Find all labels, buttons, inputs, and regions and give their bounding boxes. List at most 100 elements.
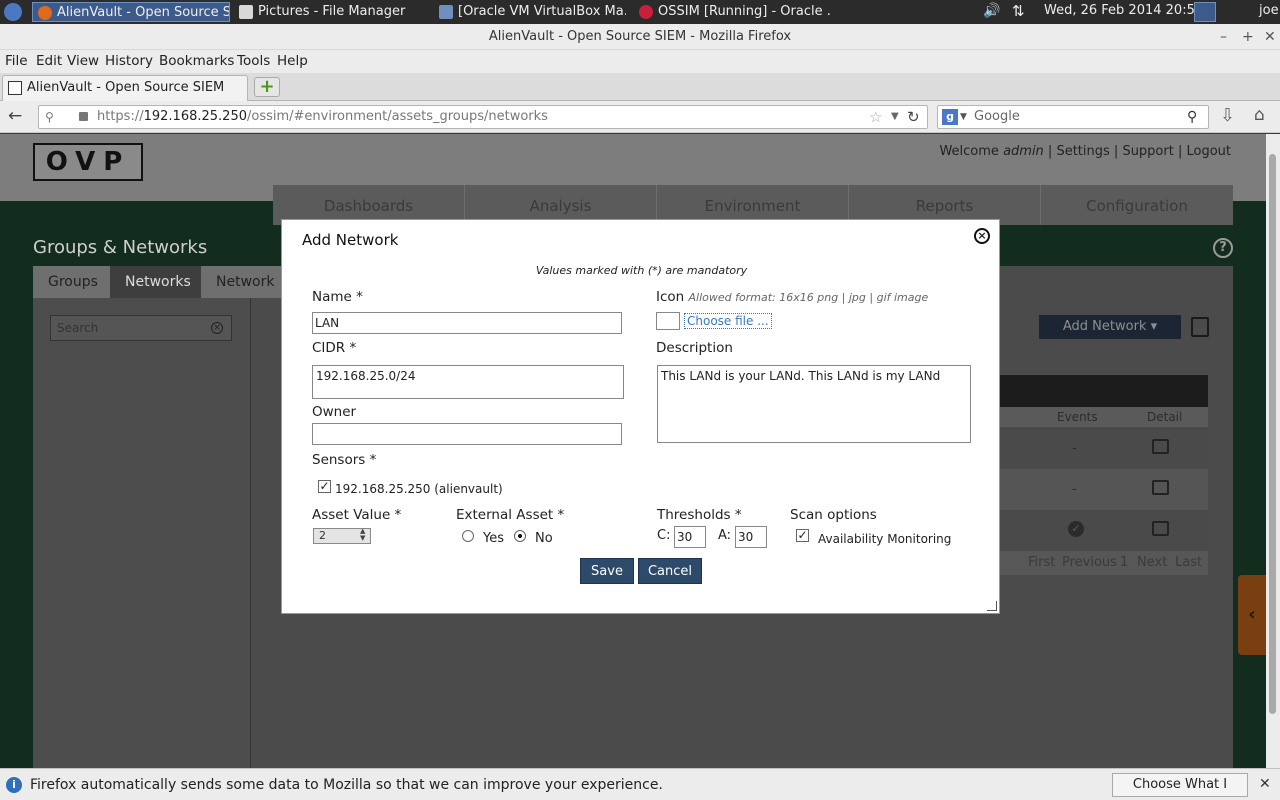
menu-history[interactable]: History bbox=[105, 53, 153, 69]
close-icon[interactable]: × bbox=[974, 228, 990, 244]
alienvault-logo[interactable]: OVP bbox=[33, 143, 143, 181]
minimize-icon[interactable]: – bbox=[1220, 24, 1227, 50]
threshold-c-label: C: bbox=[657, 528, 671, 543]
back-icon[interactable]: ← bbox=[8, 106, 22, 126]
threshold-a-input[interactable]: 30 bbox=[735, 526, 767, 548]
table-row[interactable]: ✓ bbox=[1000, 510, 1208, 551]
pager-first[interactable]: First bbox=[1028, 551, 1055, 575]
downloads-icon[interactable]: ⇩ bbox=[1220, 105, 1235, 126]
folder-icon bbox=[239, 5, 253, 19]
add-network-dialog: Add Network × Values marked with (*) are… bbox=[281, 219, 1000, 614]
detail-icon[interactable] bbox=[1152, 439, 1169, 454]
menubar: File Edit View History Bookmarks Tools H… bbox=[0, 50, 1280, 73]
bookmark-star-icon[interactable]: ☆ bbox=[869, 106, 882, 128]
search-icon[interactable]: ⚲ bbox=[1187, 106, 1197, 128]
column-detail[interactable]: Detail bbox=[1147, 410, 1182, 424]
menu-edit[interactable]: Edit bbox=[36, 53, 62, 69]
choose-file-button[interactable]: Choose file ... bbox=[684, 313, 772, 329]
reload-icon[interactable]: ↻ bbox=[907, 106, 920, 128]
menu-bookmarks[interactable]: Bookmarks bbox=[159, 53, 234, 69]
task-alienvault[interactable]: AlienVault - Open Source S... bbox=[32, 2, 230, 22]
sensor-checkbox[interactable]: ✓ bbox=[318, 480, 331, 493]
menu-help[interactable]: Help bbox=[277, 53, 308, 69]
debian-icon bbox=[639, 5, 653, 19]
scan-options-label: Scan options bbox=[790, 507, 877, 523]
tab-groups[interactable]: Groups bbox=[33, 266, 110, 298]
resize-handle-icon[interactable] bbox=[987, 601, 997, 611]
save-button[interactable]: Save bbox=[580, 558, 634, 584]
add-network-button[interactable]: Add Network ▾ bbox=[1039, 315, 1181, 339]
scrollbar-thumb[interactable] bbox=[1269, 154, 1276, 714]
maximize-icon[interactable]: + bbox=[1242, 24, 1254, 50]
threshold-c-input[interactable]: 30 bbox=[674, 526, 706, 548]
sensor-item-label: 192.168.25.250 (alienvault) bbox=[335, 482, 503, 496]
url-prefix: https:// bbox=[97, 109, 144, 124]
detail-icon[interactable] bbox=[1152, 521, 1169, 536]
owner-input[interactable] bbox=[312, 423, 622, 445]
logout-link[interactable]: Logout bbox=[1186, 144, 1231, 159]
task-virtualbox-manager[interactable]: [Oracle VM VirtualBox Ma... bbox=[434, 2, 626, 22]
cidr-textarea[interactable]: 192.168.25.0/24 bbox=[312, 365, 624, 399]
pager-next[interactable]: Next bbox=[1137, 551, 1167, 575]
asset-value: 2 bbox=[319, 529, 326, 542]
export-icon[interactable] bbox=[1191, 317, 1209, 337]
volume-icon[interactable]: 🔊 bbox=[983, 3, 1000, 19]
network-icon[interactable]: ⇅ bbox=[1012, 2, 1025, 20]
pager-last[interactable]: Last bbox=[1175, 551, 1202, 575]
menu-tools[interactable]: Tools bbox=[237, 53, 270, 69]
page-scrollbar[interactable] bbox=[1266, 134, 1280, 768]
availability-checkbox[interactable]: ✓ bbox=[796, 529, 809, 542]
close-notification-icon[interactable]: ✕ bbox=[1259, 776, 1271, 792]
identity-icon[interactable]: ⚲ bbox=[45, 110, 65, 124]
name-input[interactable]: LAN bbox=[312, 312, 622, 334]
clear-search-icon[interactable]: × bbox=[211, 322, 223, 334]
tab-alienvault[interactable]: AlienVault - Open Source SIEM bbox=[2, 75, 248, 101]
tab-network-groups[interactable]: Network G bbox=[201, 266, 281, 322]
task-file-manager[interactable]: Pictures - File Manager bbox=[234, 2, 426, 22]
choose-what-i-share-button[interactable]: Choose What I Share bbox=[1112, 773, 1248, 800]
start-menu-icon[interactable] bbox=[4, 3, 22, 21]
google-icon[interactable]: g bbox=[942, 109, 958, 125]
table-row[interactable]: - bbox=[1000, 469, 1208, 510]
settings-link[interactable]: Settings bbox=[1056, 144, 1109, 159]
firefox-icon bbox=[38, 6, 52, 20]
page-title: Groups & Networks bbox=[33, 237, 208, 258]
search-bar[interactable]: g ▼ Google ⚲ bbox=[937, 105, 1209, 129]
history-dropdown-icon[interactable]: ▼ bbox=[891, 106, 899, 128]
support-link[interactable]: Support bbox=[1122, 144, 1173, 159]
menu-view[interactable]: View bbox=[67, 53, 99, 69]
detail-icon[interactable] bbox=[1152, 480, 1169, 495]
side-panel-toggle-icon[interactable]: ‹ bbox=[1238, 575, 1266, 655]
pager-page-number[interactable]: 1 bbox=[1120, 551, 1128, 575]
notification-text: Firefox automatically sends some data to… bbox=[30, 777, 663, 793]
tab-networks[interactable]: Networks bbox=[110, 266, 201, 298]
thresholds-label: Thresholds * bbox=[657, 507, 742, 523]
navigation-toolbar: ← ⚲ https://192.168.25.250/ossim/#enviro… bbox=[0, 101, 1280, 133]
external-yes-radio[interactable] bbox=[462, 530, 474, 542]
help-icon[interactable]: ? bbox=[1213, 238, 1233, 258]
clock[interactable]: Wed, 26 Feb 2014 20:53 bbox=[1044, 3, 1203, 18]
taskbar: AlienVault - Open Source S... Pictures -… bbox=[0, 0, 1280, 24]
new-tab-button[interactable]: + bbox=[254, 77, 280, 97]
nav-configuration[interactable]: Configuration bbox=[1041, 185, 1233, 225]
table-row[interactable]: - bbox=[1000, 428, 1208, 469]
asset-value-stepper[interactable]: 2 ▲ ▼ bbox=[313, 528, 371, 544]
cancel-button[interactable]: Cancel bbox=[638, 558, 702, 584]
description-textarea[interactable]: This LANd is your LANd. This LANd is my … bbox=[657, 365, 971, 443]
pager-previous[interactable]: Previous bbox=[1062, 551, 1117, 575]
search-input[interactable]: Search × bbox=[50, 315, 232, 341]
stepper-arrows-icon[interactable]: ▲ ▼ bbox=[360, 528, 365, 542]
tray-firefox-icon[interactable] bbox=[1194, 2, 1216, 22]
info-icon: i bbox=[6, 777, 22, 793]
external-no-radio[interactable] bbox=[514, 530, 526, 542]
menu-file[interactable]: File bbox=[5, 53, 28, 69]
search-engine-dropdown-icon[interactable]: ▼ bbox=[960, 106, 967, 128]
task-ossim-vm[interactable]: OSSIM [Running] - Oracle ... bbox=[634, 2, 830, 22]
column-events[interactable]: Events bbox=[1057, 410, 1098, 424]
cidr-label: CIDR * bbox=[312, 340, 357, 356]
close-window-icon[interactable]: ✕ bbox=[1264, 24, 1276, 50]
user-name[interactable]: joe bbox=[1259, 3, 1279, 18]
home-icon[interactable]: ⌂ bbox=[1254, 105, 1265, 125]
url-bar[interactable]: ⚲ https://192.168.25.250/ossim/#environm… bbox=[38, 105, 928, 129]
url-path: /ossim/#environment/assets_groups/networ… bbox=[247, 109, 548, 124]
